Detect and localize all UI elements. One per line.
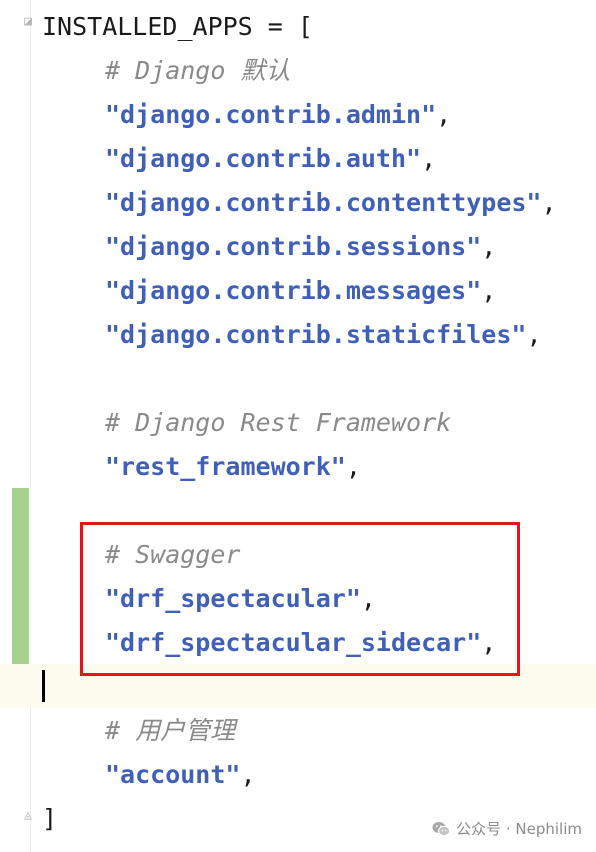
- vcs-change-marker[interactable]: [12, 488, 29, 664]
- code-line-account[interactable]: "account",: [105, 753, 256, 797]
- comma: ,: [421, 144, 437, 173]
- variable-name: INSTALLED_APPS: [42, 12, 253, 41]
- comma: ,: [240, 760, 256, 789]
- code-line-1[interactable]: INSTALLED_APPS = [: [42, 5, 313, 49]
- closing-bracket: ]: [42, 804, 58, 833]
- string-literal: "django.contrib.contenttypes": [105, 188, 542, 217]
- fold-end-icon[interactable]: ◬: [21, 808, 35, 824]
- swagger-highlight-box: [80, 522, 520, 676]
- code-line-app[interactable]: "django.contrib.staticfiles",: [105, 313, 542, 357]
- fold-toggle-icon[interactable]: ◪: [21, 14, 35, 30]
- comment-user-management[interactable]: # 用户管理: [105, 709, 235, 753]
- code-line-closing[interactable]: ]: [42, 797, 57, 841]
- comment-text: # Django 默认: [105, 56, 291, 85]
- string-literal: "django.contrib.auth": [105, 144, 422, 173]
- string-literal: "django.contrib.staticfiles": [105, 320, 527, 349]
- code-line-app[interactable]: "django.contrib.auth",: [105, 137, 436, 181]
- string-literal: "django.contrib.messages": [105, 276, 482, 305]
- watermark: 公众号 · Nephilim: [432, 818, 582, 840]
- line-gutter: [0, 0, 31, 852]
- comment-drf[interactable]: # Django Rest Framework: [105, 401, 451, 445]
- text-cursor: [42, 670, 45, 702]
- string-literal: "account": [105, 760, 241, 789]
- watermark-text: 公众号 · Nephilim: [456, 820, 582, 838]
- comma: ,: [526, 320, 542, 349]
- code-line-rest-framework[interactable]: "rest_framework",: [105, 445, 361, 489]
- code-line-app[interactable]: "django.contrib.sessions",: [105, 225, 496, 269]
- string-literal: "django.contrib.sessions": [105, 232, 482, 261]
- comment-django[interactable]: # Django 默认: [105, 49, 290, 93]
- comment-text: # 用户管理: [105, 716, 236, 745]
- comma: ,: [481, 276, 497, 305]
- comment-text: # Django Rest Framework: [105, 408, 452, 437]
- string-literal: "django.contrib.admin": [105, 100, 437, 129]
- string-literal: "rest_framework": [105, 452, 346, 481]
- code-line-app[interactable]: "django.contrib.messages",: [105, 269, 496, 313]
- code-line-app[interactable]: "django.contrib.contenttypes",: [105, 181, 557, 225]
- comma: ,: [345, 452, 361, 481]
- assign-operator: = [: [252, 12, 313, 41]
- comma: ,: [481, 232, 497, 261]
- wechat-icon: [432, 822, 451, 837]
- code-line-app[interactable]: "django.contrib.admin",: [105, 93, 451, 137]
- comma: ,: [541, 188, 557, 217]
- comma: ,: [436, 100, 452, 129]
